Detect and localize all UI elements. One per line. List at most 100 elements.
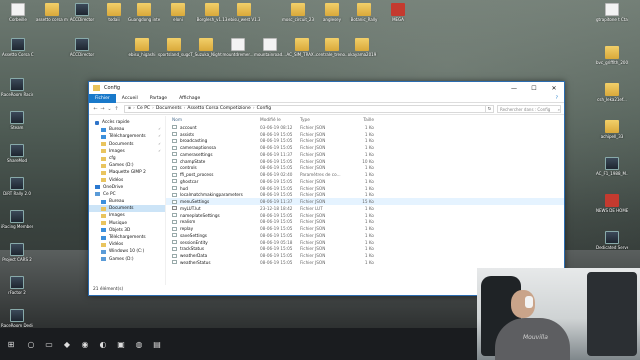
tab-fichier[interactable]: Fichier bbox=[89, 93, 116, 103]
desktop-icon-raceroom-racing-experience[interactable]: RaceRoom Racing Experience bbox=[1, 78, 33, 97]
desktop-icon-dedicated-server-ne[interactable]: Dedicated Server- Ne... bbox=[596, 231, 628, 250]
table-row[interactable]: weatherStatus 08-06-19 15:05 Fichier JSON 1… bbox=[166, 259, 564, 266]
recent-chevron-icon[interactable]: ⌄ bbox=[106, 106, 113, 112]
table-row[interactable]: nameplateSettings 08-06-19 15:05 Fichier J… bbox=[166, 212, 564, 219]
nav-item-maquette-gimp-2[interactable]: Maquette GIMP 2 bbox=[89, 169, 165, 176]
desktop-icon-bvc-griffith-200[interactable]: bvc_griffith_200 bbox=[596, 46, 628, 65]
desktop-icon-borglesh-v1-13[interactable]: Borglesh_v1.13 bbox=[196, 3, 228, 22]
desktop-icon-iracing-member-website-racing[interactable]: iRacing Member Website - Racing bbox=[1, 210, 33, 229]
desktop-icon-csh-ieka21ef[interactable]: csh_Ieka21ef... bbox=[596, 83, 628, 102]
table-row[interactable]: assists 08-06-19 15:05 Fichier JSON 1 Ko bbox=[166, 131, 564, 138]
nav-item-onedrive[interactable]: OneDrive bbox=[89, 184, 165, 191]
taskbar-app-icon[interactable]: ◆ bbox=[58, 328, 76, 360]
taskbar-browser-icon[interactable]: ◉ bbox=[76, 328, 94, 360]
nav-item-cfg[interactable]: cfg bbox=[89, 155, 165, 162]
tab-partage[interactable]: Partage bbox=[144, 94, 173, 103]
pin-icon[interactable]: ✓ bbox=[158, 133, 161, 140]
desktop-icon-t-suzuka-night[interactable]: T_Suzuka_Night bbox=[190, 38, 222, 57]
table-row[interactable]: champState 08-06-19 15:05 Fichier JSON 10 K… bbox=[166, 158, 564, 165]
column-type[interactable]: Type bbox=[300, 118, 352, 123]
nav-item-musique[interactable]: Musique bbox=[89, 220, 165, 227]
desktop-icon-assetto-corsa-competizione[interactable]: Assetto Corsa Competizione bbox=[2, 38, 34, 57]
table-row[interactable]: camerasettings 08-06-19 11:37 Fichier JSON… bbox=[166, 151, 564, 158]
table-row[interactable]: trackStatus 08-06-19 15:05 Fichier JSON 1 K… bbox=[166, 246, 564, 253]
pin-icon[interactable]: ✓ bbox=[158, 141, 161, 148]
table-row[interactable]: cameraoptionssa 08-06-19 15:05 Fichier JSO… bbox=[166, 144, 564, 151]
table-row[interactable]: weatherData 08-06-19 15:05 Fichier JSON 1 K… bbox=[166, 252, 564, 259]
taskbar-task-view-icon[interactable]: ▭ bbox=[40, 328, 58, 360]
column-date[interactable]: Modifié le bbox=[260, 118, 300, 123]
table-row[interactable]: menuSettings 08-06-19 11:37 Fichier JSON 15… bbox=[166, 198, 564, 205]
desktop-icon-centrale-treno[interactable]: centrale_treno... bbox=[316, 38, 348, 57]
nav-item-bureau[interactable]: Bureau ✓ bbox=[89, 126, 165, 133]
nav-item-documents[interactable]: Documents ✓ bbox=[89, 141, 165, 148]
table-row[interactable]: myLUT.lut 23-12-18 18:42 Fichier LUT 1 Ko bbox=[166, 205, 564, 212]
desktop-icon-accdirector[interactable]: ACCDirector bbox=[66, 3, 98, 22]
nav-item-bureau[interactable]: Bureau bbox=[89, 198, 165, 205]
desktop-icon-news-de-homed[interactable]: NEWS DE HOMED... bbox=[596, 194, 628, 213]
desktop-icon-mosc-circuit-23[interactable]: mosc_circuit_23 bbox=[282, 3, 314, 22]
desktop-icon-gtrapitone-t-ctar[interactable]: gtrapitone t Ctar... bbox=[596, 3, 628, 22]
table-row[interactable]: broadcasting 08-06-19 15:05 Fichier JSON 1 … bbox=[166, 138, 564, 145]
close-button[interactable]: ✕ bbox=[544, 85, 564, 92]
nav-item-images[interactable]: Images bbox=[89, 212, 165, 219]
help-button[interactable]: ? bbox=[556, 96, 564, 101]
nav-item-objets-3d[interactable]: Objets 3D bbox=[89, 227, 165, 234]
nav-item-vid-os[interactable]: Vidéos bbox=[89, 177, 165, 184]
desktop-icon-rfactor-2[interactable]: rFactor 2 bbox=[1, 276, 33, 295]
forward-arrow-icon[interactable]: → bbox=[99, 106, 106, 112]
search-input[interactable]: Rechercher dans : Config ⌕ bbox=[497, 104, 561, 113]
desktop-icon-project-cars-2[interactable]: Project CARS 2 bbox=[1, 243, 33, 262]
desktop-icon-ebisu-west-v1-3[interactable]: ebisu_west V1.3 bbox=[228, 3, 260, 22]
table-row[interactable]: ghostcar 08-06-19 15:05 Fichier JSON 1 Ko bbox=[166, 178, 564, 185]
table-row[interactable]: hud 08-06-19 15:05 Fichier JSON 1 Ko bbox=[166, 185, 564, 192]
desktop-icon-anglesey[interactable]: anglesey bbox=[316, 3, 348, 22]
nav-item-images[interactable]: Images ✓ bbox=[89, 148, 165, 155]
table-row[interactable]: controls 08-06-19 15:05 Fichier JSON 1 Ko bbox=[166, 165, 564, 172]
desktop-icon-corbeille[interactable]: Corbeille bbox=[2, 3, 34, 22]
breadcrumb-documents[interactable]: Documents bbox=[156, 106, 182, 111]
breadcrumb-ce-pc[interactable]: Ce PC bbox=[137, 106, 150, 111]
nav-item-games-d[interactable]: Games (D:) bbox=[89, 256, 165, 263]
back-arrow-icon[interactable]: ← bbox=[92, 106, 99, 112]
desktop-icon-mountdremer[interactable]: mountdremer... bbox=[222, 38, 254, 57]
breadcrumb-config[interactable]: Config bbox=[257, 106, 271, 111]
table-row[interactable]: realism 08-06-19 15:05 Fichier JSON 1 Ko bbox=[166, 219, 564, 226]
desktop-icon-accdirector[interactable]: ACCDirector bbox=[66, 38, 98, 57]
desktop-icon-todaii[interactable]: todaii bbox=[98, 3, 130, 22]
table-row[interactable]: sessionEntity 08-06-19 05:18 Fichier JSON 1… bbox=[166, 239, 564, 246]
desktop-icon-mega[interactable]: MEGA bbox=[382, 3, 414, 22]
taskbar-mail-icon[interactable]: ◍ bbox=[130, 328, 148, 360]
table-row[interactable]: replay 08-06-19 15:05 Fichier JSON 1 Ko bbox=[166, 225, 564, 232]
tab-affichage[interactable]: Affichage bbox=[173, 94, 206, 103]
nav-item-acc-s-rapide[interactable]: Accès rapide bbox=[89, 119, 165, 126]
column-name[interactable]: Nom bbox=[172, 118, 260, 123]
desktop-icon-ac-f1-1988-m[interactable]: AC_F1_1988_M... bbox=[596, 157, 628, 176]
desktop-icon-okayama2019[interactable]: okayama2019 bbox=[346, 38, 378, 57]
desktop-icon-dirt-rally-2-0[interactable]: DiRT Rally 2.0 bbox=[1, 177, 33, 196]
taskbar-search-icon[interactable]: ○ bbox=[22, 328, 40, 360]
desktop-icon-raceroom-dedicated-server[interactable]: RaceRoom Dedicated Server bbox=[1, 309, 33, 328]
nav-item-t-l-chargements[interactable]: Téléchargements ✓ bbox=[89, 133, 165, 140]
desktop-icon-sportsland-sugo[interactable]: sportsland_sugo bbox=[158, 38, 190, 57]
nav-item-t-l-chargements[interactable]: Téléchargements bbox=[89, 234, 165, 241]
maximize-button[interactable]: ☐ bbox=[524, 85, 544, 92]
pin-icon[interactable]: ✓ bbox=[158, 126, 161, 133]
table-row[interactable]: localmatchmakingparameters 08-06-19 15:05… bbox=[166, 192, 564, 199]
table-row[interactable]: saveSettings 08-06-19 15:05 Fichier JSON 1 … bbox=[166, 232, 564, 239]
nav-item-windows-10-c[interactable]: Windows 10 (C:) bbox=[89, 248, 165, 255]
nav-item-documents[interactable]: Documents bbox=[89, 205, 165, 213]
desktop-icon-ebisu-higashi[interactable]: ebisu_higashi bbox=[126, 38, 158, 57]
title-bar[interactable]: Config — ☐ ✕ bbox=[89, 82, 564, 94]
breadcrumb-acc[interactable]: Assetto Corsa Competizione bbox=[187, 106, 250, 111]
pin-icon[interactable]: ✓ bbox=[158, 148, 161, 155]
desktop-icon-mountainroad[interactable]: mountainroad... bbox=[254, 38, 286, 57]
desktop-icon-sharemod[interactable]: ShareMod bbox=[1, 144, 33, 163]
minimize-button[interactable]: — bbox=[504, 85, 524, 92]
desktop-icon-ac-sim-trax[interactable]: AC_SIM_TRAX... bbox=[286, 38, 318, 57]
desktop-icon-assetto-corsa-mod[interactable]: assetto corsa mod bbox=[36, 3, 68, 22]
desktop-icon-eloni[interactable]: eloni bbox=[162, 3, 194, 22]
desktop-icon-steam[interactable]: Steam bbox=[1, 111, 33, 130]
desktop-icon-achipell-33[interactable]: achipell_33 bbox=[596, 120, 628, 139]
table-row[interactable]: ffi_post_process 08-06-19 02:40 Paramètres… bbox=[166, 171, 564, 178]
